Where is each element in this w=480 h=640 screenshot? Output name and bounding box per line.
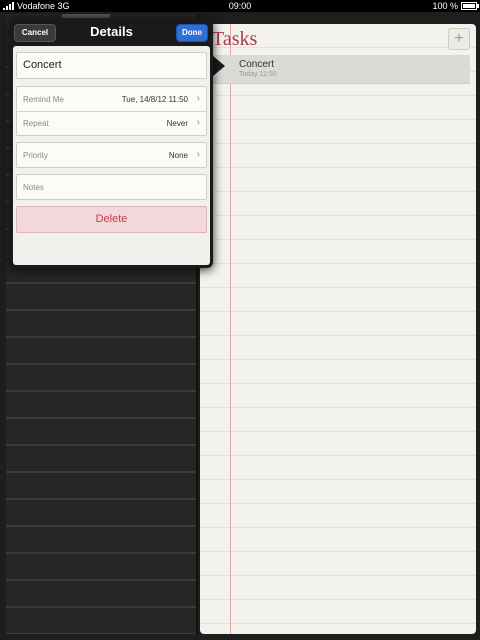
battery-icon [461,2,479,10]
task-name: Concert [239,59,275,70]
tasks-paper: Tasks + Concert Today 11:50 [200,24,476,634]
remind-me-value: Tue, 14/8/12 11:50 [121,95,188,104]
priority-label: Priority [23,151,48,160]
priority-row-inner: Priority None › [17,143,206,167]
popover-navbar: Cancel Details Done [10,18,213,46]
popover-content: Concert Remind Me Tue, 14/8/12 11:50 › R… [13,46,210,265]
repeat-value: Never [166,119,188,128]
repeat-label: Repeat [23,119,49,128]
priority-row[interactable]: Priority None › [16,142,207,168]
status-time: 09:00 [228,1,252,11]
remind-me-row[interactable]: Remind Me Tue, 14/8/12 11:50 › [17,87,206,111]
chevron-right-icon: › [196,117,200,128]
details-popover: Cancel Details Done Concert Remind Me Tu… [10,18,213,268]
task-title-value: Concert [23,59,62,71]
done-button[interactable]: Done [176,24,208,42]
chevron-right-icon: › [196,149,200,160]
remind-me-label: Remind Me [23,95,64,104]
battery-label: 100 % [432,1,458,11]
reminder-group: Remind Me Tue, 14/8/12 11:50 › Repeat Ne… [16,86,207,136]
task-title-field[interactable]: Concert [16,52,207,79]
notes-field[interactable]: Notes [16,174,207,200]
status-bar: Vodafone 3G 09:00 100 % [0,0,480,12]
task-row[interactable]: Concert Today 11:50 [200,55,470,84]
notes-placeholder: Notes [23,183,44,192]
repeat-row[interactable]: Repeat Never › [17,111,206,135]
page-title: Tasks [212,28,258,50]
paper-margin-line [230,24,231,634]
task-due-date: Today 11:50 [239,71,277,78]
add-task-button[interactable]: + [448,28,470,50]
popover-arrow [213,56,225,76]
notes-row: Notes [17,175,206,199]
chevron-right-icon: › [196,93,200,104]
delete-button[interactable]: Delete [16,206,207,233]
priority-value: None [168,151,188,160]
battery-area: 100 % [432,0,479,12]
plus-icon: + [454,30,464,47]
